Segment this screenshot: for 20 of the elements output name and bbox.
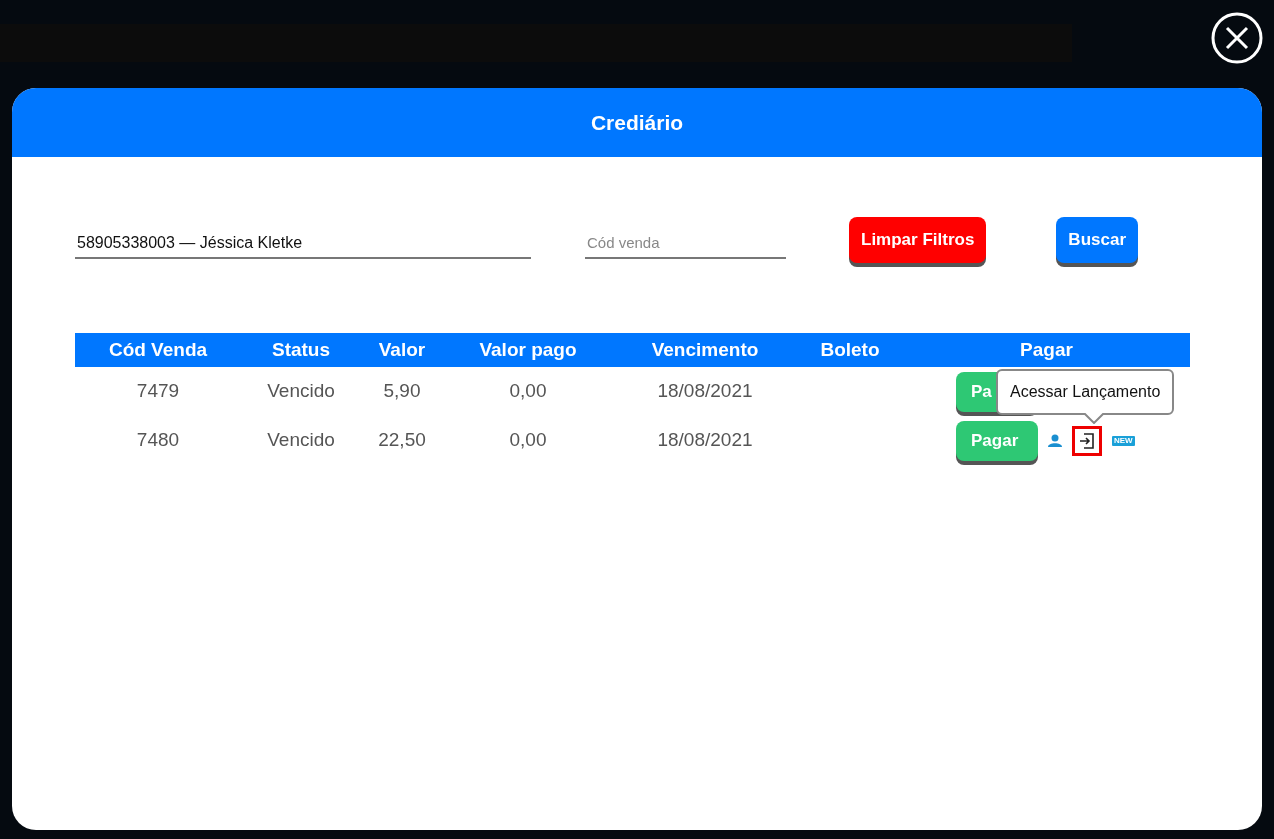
column-header: Valor pago [443,332,613,367]
column-header: Valor [361,332,443,367]
table-cell-text: 22,50 [377,428,427,453]
table-cell: 5,90 [361,367,443,416]
modal-title: Crediário [12,88,1262,157]
table-cell: Vencido [241,367,361,416]
new-badge: NEW [1112,435,1135,446]
column-header: Pagar [903,332,1190,367]
column-header: Cód Venda [75,332,241,367]
column-header: Vencimento [613,332,797,367]
column-header: Status [241,332,361,367]
table-cell-text: 0,00 [508,428,548,453]
table-cell-text: Vencido [266,428,336,453]
table-cell: 18/08/2021 [613,367,797,416]
table-cell: 7479 [75,367,241,416]
table-cell-text: 7480 [135,428,181,453]
table-cell: 0,00 [443,367,613,416]
column-header: Boleto [797,332,903,367]
tooltip: Acessar Lançamento [996,369,1175,415]
table-cell-text: 18/08/2021 [656,428,754,453]
